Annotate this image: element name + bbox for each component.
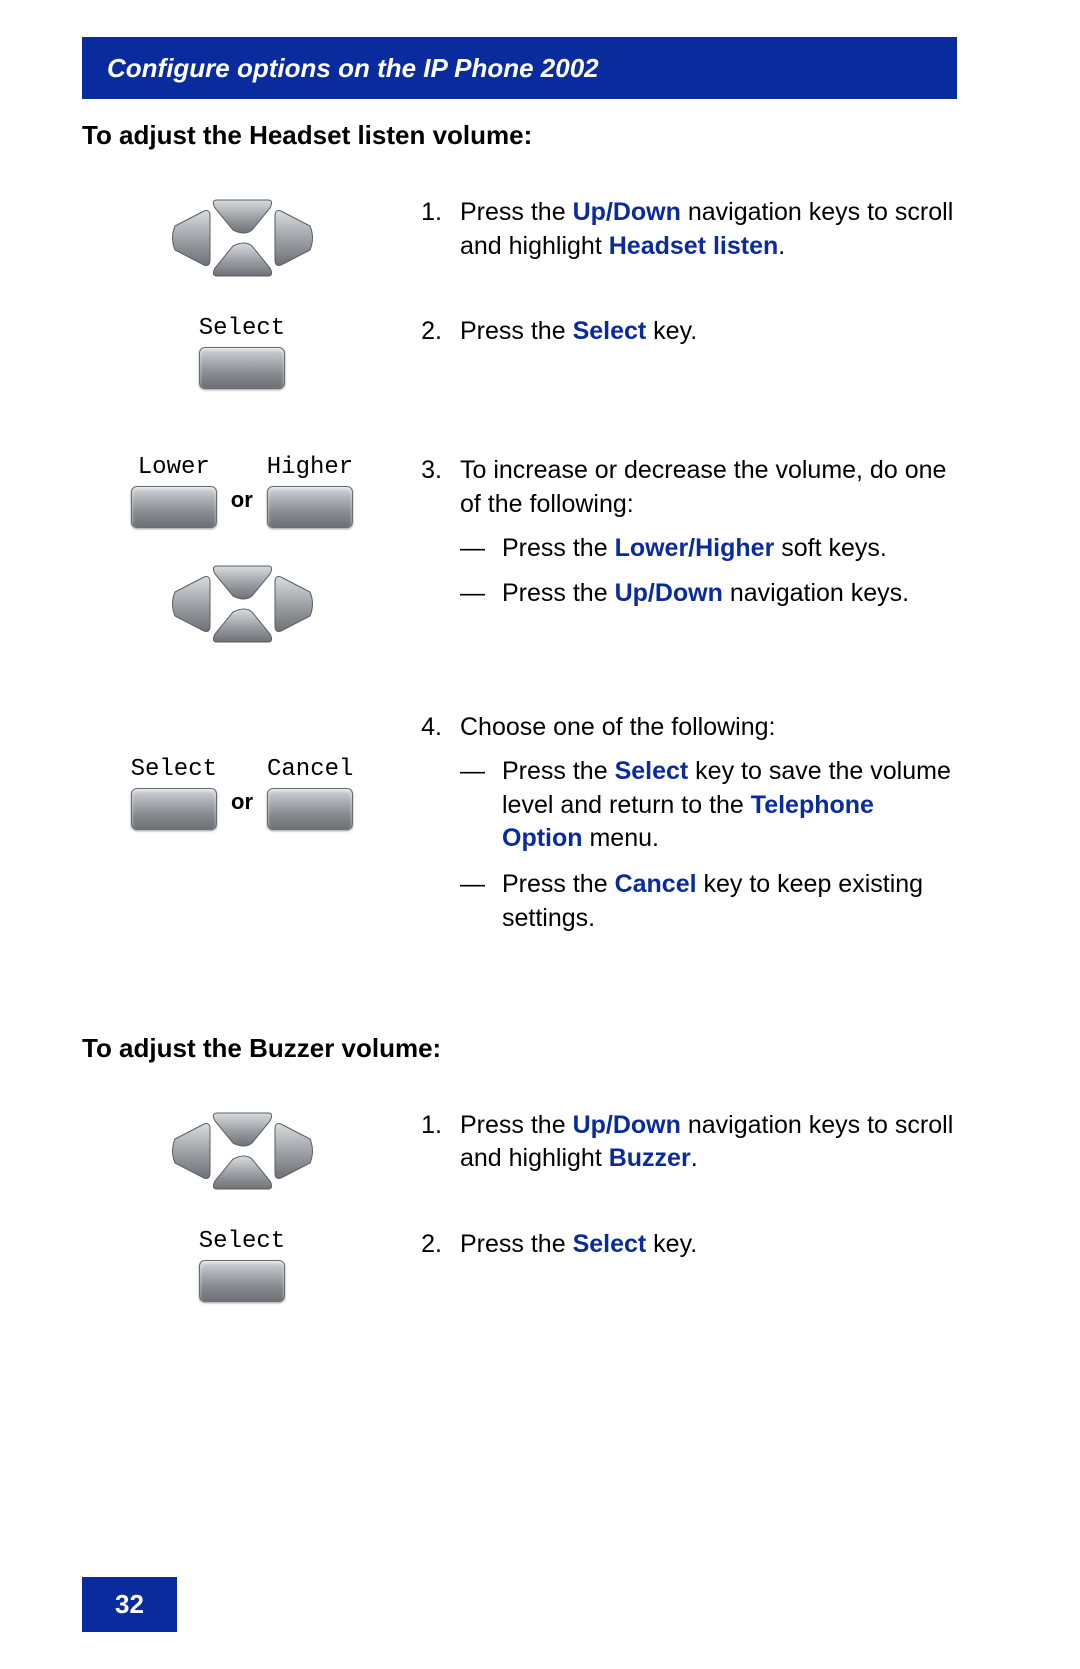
bullet-list: Press the Lower/Higher soft keys. Press … xyxy=(460,532,957,612)
step-row: Select 2. Press the Select key. xyxy=(82,315,957,389)
or-label: or xyxy=(231,487,253,513)
soft-key-icon xyxy=(267,486,353,528)
or-label: or xyxy=(231,789,253,815)
step-visual: Select xyxy=(82,1228,402,1302)
step-row: Lower or Higher 3. xyxy=(82,454,957,646)
cancel-key-unit: Cancel xyxy=(267,756,353,830)
higher-key-unit: Higher xyxy=(267,454,353,528)
step-text: 4. Choose one of the following: Press th… xyxy=(402,711,957,948)
step-number: 4. xyxy=(402,711,460,745)
keyword-select: Select xyxy=(573,1230,647,1258)
select-key-unit: Select xyxy=(199,1228,285,1302)
step-body: Press the Select key. xyxy=(460,1228,957,1262)
keyword-updown: Up/Down xyxy=(573,1111,681,1139)
bullet-list: Press the Select key to save the volume … xyxy=(460,755,957,936)
text: Press the xyxy=(460,198,573,226)
text: To increase or decrease the volume, do o… xyxy=(460,456,946,518)
keyword-updown: Up/Down xyxy=(573,198,681,226)
keyword-headset-listen: Headset listen xyxy=(609,232,779,260)
step-number: 1. xyxy=(402,1109,460,1143)
select-cancel-pair: Select or Cancel xyxy=(131,756,354,830)
bullet-item: Press the Lower/Higher soft keys. xyxy=(460,532,957,566)
text: Press the xyxy=(502,579,615,607)
step-body: Press the Up/Down navigation keys to scr… xyxy=(460,196,957,264)
lower-key-unit: Lower xyxy=(131,454,217,528)
keyword-lower-higher: Lower/Higher xyxy=(615,534,775,562)
keyword-select: Select xyxy=(615,757,689,785)
step-row: Select 2. Press the Select key. xyxy=(82,1228,957,1302)
step-body: To increase or decrease the volume, do o… xyxy=(460,454,957,623)
step-body: Press the Select key. xyxy=(460,315,957,349)
text: Choose one of the following: xyxy=(460,713,776,741)
bullet-item: Press the Up/Down navigation keys. xyxy=(460,577,957,611)
text: soft keys. xyxy=(774,534,887,562)
nav-cluster-icon xyxy=(170,196,315,280)
step-visual: Select xyxy=(82,315,402,389)
step-text: 2. Press the Select key. xyxy=(402,1228,957,1262)
step-visual: Select or Cancel xyxy=(82,711,402,830)
key-label: Select xyxy=(199,315,285,342)
step-number: 3. xyxy=(402,454,460,488)
key-label: Lower xyxy=(138,454,210,481)
text: Press the xyxy=(460,1230,573,1258)
step-number: 1. xyxy=(402,196,460,230)
step-row: 1. Press the Up/Down navigation keys to … xyxy=(82,1109,957,1193)
text: Press the xyxy=(502,757,615,785)
text: Press the xyxy=(502,870,615,898)
step-body: Choose one of the following: Press the S… xyxy=(460,711,957,948)
step-row: Select or Cancel 4. Choose one of the fo… xyxy=(82,711,957,948)
key-label: Cancel xyxy=(267,756,353,783)
nav-cluster-icon xyxy=(170,562,315,646)
step-text: 2. Press the Select key. xyxy=(402,315,957,349)
soft-key-icon xyxy=(199,347,285,389)
keyword-select: Select xyxy=(573,317,647,345)
text: . xyxy=(691,1144,698,1172)
key-label: Select xyxy=(199,1228,285,1255)
step-visual xyxy=(82,196,402,280)
key-label: Select xyxy=(131,756,217,783)
bullet-item: Press the Select key to save the volume … xyxy=(460,755,957,856)
text: menu. xyxy=(583,824,659,852)
soft-key-icon xyxy=(131,788,217,830)
step-text: 1. Press the Up/Down navigation keys to … xyxy=(402,196,957,264)
soft-key-icon xyxy=(267,788,353,830)
step-body: Press the Up/Down navigation keys to scr… xyxy=(460,1109,957,1177)
step-number: 2. xyxy=(402,315,460,349)
keyword-buzzer: Buzzer xyxy=(609,1144,691,1172)
nav-cluster-icon xyxy=(170,1109,315,1193)
section-heading-buzzer: To adjust the Buzzer volume: xyxy=(82,1033,957,1064)
select-key-unit: Select xyxy=(131,756,217,830)
section-heading-headset: To adjust the Headset listen volume: xyxy=(82,120,957,151)
page-number-value: 32 xyxy=(115,1589,144,1620)
soft-key-icon xyxy=(199,1260,285,1302)
text: Press the xyxy=(502,534,615,562)
step-text: 3. To increase or decrease the volume, d… xyxy=(402,454,957,623)
lower-higher-pair: Lower or Higher xyxy=(131,454,353,528)
header-title: Configure options on the IP Phone 2002 xyxy=(107,53,599,84)
text: key. xyxy=(646,1230,697,1258)
soft-key-icon xyxy=(131,486,217,528)
text: Press the xyxy=(460,1111,573,1139)
step-row: 1. Press the Up/Down navigation keys to … xyxy=(82,196,957,280)
step-number: 2. xyxy=(402,1228,460,1262)
text: Press the xyxy=(460,317,573,345)
keyword-updown: Up/Down xyxy=(615,579,723,607)
key-label: Higher xyxy=(267,454,353,481)
step-text: 1. Press the Up/Down navigation keys to … xyxy=(402,1109,957,1177)
bullet-item: Press the Cancel key to keep existing se… xyxy=(460,868,957,936)
keyword-cancel: Cancel xyxy=(615,870,697,898)
page-content: To adjust the Headset listen volume: 1. xyxy=(82,120,957,1337)
step-visual: Lower or Higher xyxy=(82,454,402,646)
header-bar: Configure options on the IP Phone 2002 xyxy=(82,37,957,99)
page-number: 32 xyxy=(82,1577,177,1632)
text: key. xyxy=(646,317,697,345)
select-key-unit: Select xyxy=(199,315,285,389)
text: navigation keys. xyxy=(723,579,909,607)
step-visual xyxy=(82,1109,402,1193)
text: . xyxy=(778,232,785,260)
